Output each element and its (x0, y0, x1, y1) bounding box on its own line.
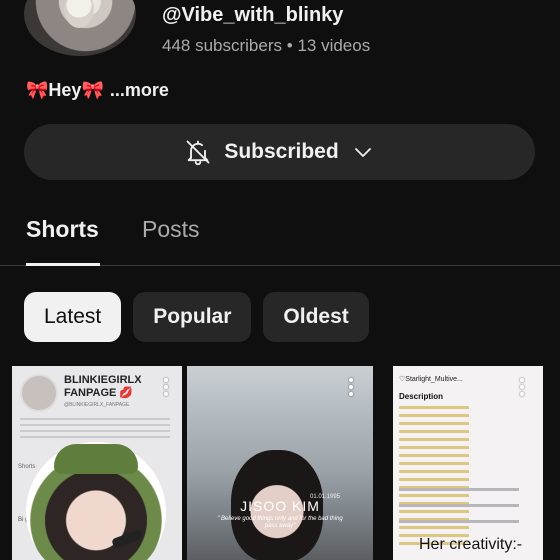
tab-posts[interactable]: Posts (142, 216, 200, 243)
thumb-side-label: Shorts (18, 464, 36, 470)
tab-bar: Shorts Posts (0, 204, 560, 266)
more-vert-icon[interactable] (349, 378, 353, 396)
shorts-grid: BLINKIEGIRLX FANPAGE 💋 @BLINKIEGIRLX_FAN… (0, 366, 560, 560)
thumb-quote: " Believe good things only and for the b… (217, 516, 343, 529)
thumb-subtitle: @BLINKIEGIRLX_FANPAGE (64, 402, 130, 408)
short-thumbnail[interactable]: BLINKIEGIRLX FANPAGE 💋 @BLINKIEGIRLX_FAN… (12, 366, 182, 560)
thumb-description-heading: Description (399, 392, 444, 401)
thumb-bar-title: ♡Starlight_Multive... (399, 376, 463, 383)
tab-shorts[interactable]: Shorts (26, 216, 99, 243)
thumb-text-line (399, 520, 519, 523)
chip-popular[interactable]: Popular (133, 292, 252, 342)
more-vert-icon[interactable] (520, 378, 524, 396)
description-text: Hey (48, 80, 82, 100)
thumb-text-lines (20, 418, 170, 438)
subscriber-count: 448 subscribers (162, 36, 283, 55)
chip-latest[interactable]: Latest (24, 292, 122, 342)
bow-icon: 🎀 (81, 80, 104, 100)
bow-icon: 🎀 (26, 80, 49, 100)
subscribed-label: Subscribed (224, 140, 339, 163)
active-tab-underline (26, 263, 100, 266)
more-link[interactable]: ...more (110, 80, 169, 100)
thumb-caption: Her creativity:- (419, 536, 523, 553)
thumb-text-line (399, 488, 519, 491)
thumb-avatar (20, 374, 58, 412)
more-vert-icon[interactable] (164, 378, 168, 396)
sort-chips: Latest Popular Oldest (24, 292, 369, 342)
channel-meta: 448 subscribers • 13 videos (162, 36, 370, 56)
short-thumbnail[interactable]: ♡Starlight_Multive... Description Her cr… (393, 366, 543, 560)
meta-separator: • (286, 36, 293, 55)
chip-oldest[interactable]: Oldest (263, 292, 369, 342)
bell-off-icon (184, 138, 212, 166)
video-count: 13 videos (297, 36, 371, 55)
channel-description[interactable]: 🎀Hey🎀 ...more (26, 80, 169, 101)
channel-avatar[interactable] (24, 0, 136, 56)
subscribed-button[interactable]: Subscribed (24, 124, 535, 180)
thumb-title: JISOO KIM (240, 498, 320, 514)
thumb-emoji-lines (399, 406, 469, 546)
thumb-title: BLINKIEGIRLX FANPAGE 💋 (64, 374, 142, 399)
short-thumbnail[interactable]: 01.01.1995 JISOO KIM " Believe good thin… (187, 366, 373, 560)
thumb-frog-hat (54, 444, 138, 474)
chevron-down-icon (351, 140, 375, 164)
thumb-text-line (399, 504, 519, 507)
channel-handle: @Vibe_with_blinky (162, 4, 344, 26)
